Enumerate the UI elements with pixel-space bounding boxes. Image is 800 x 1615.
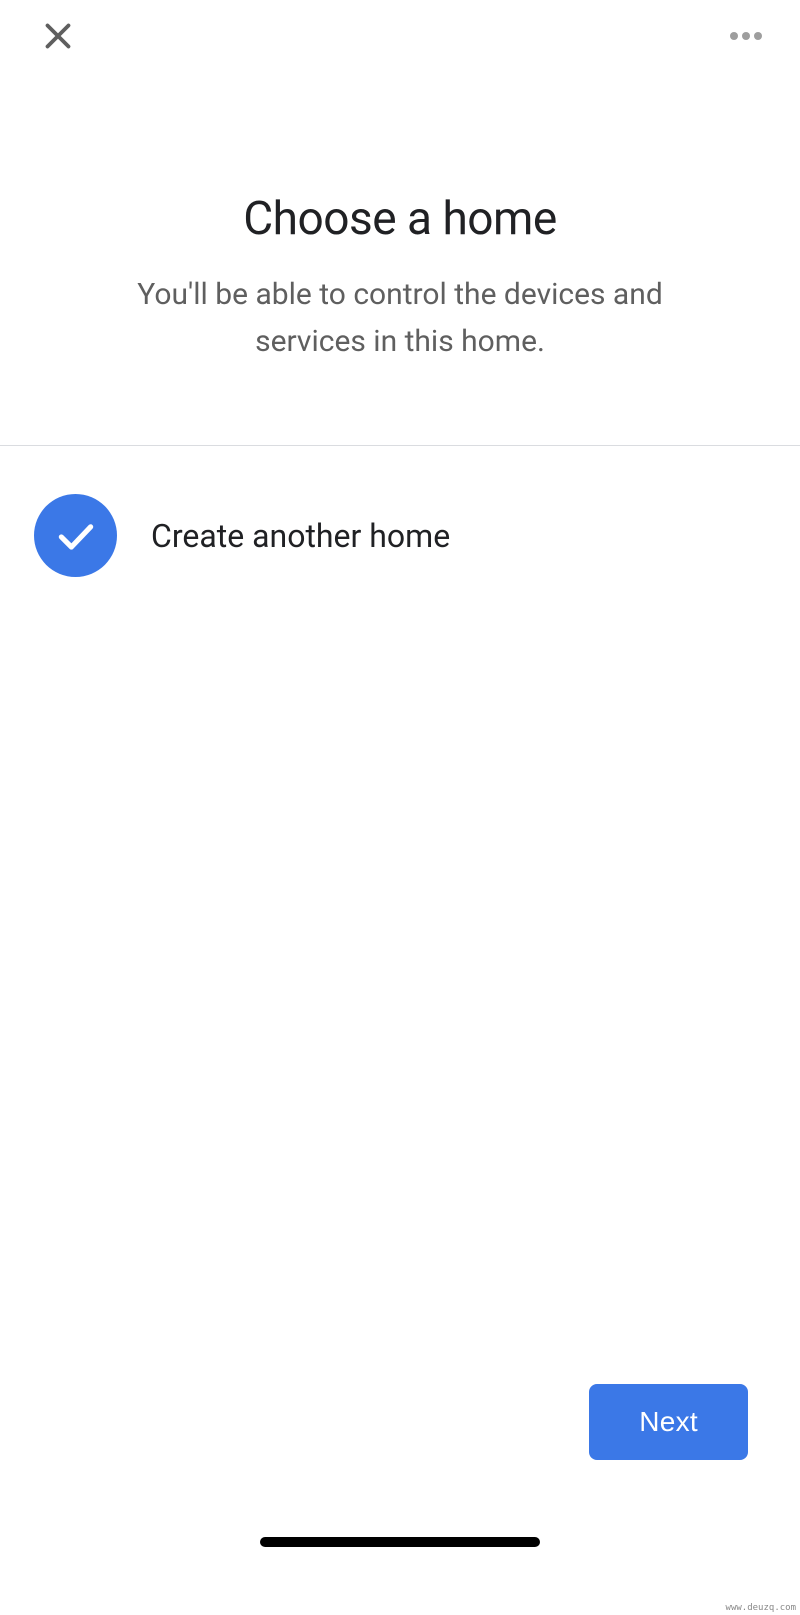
home-indicator[interactable]	[260, 1537, 540, 1547]
selected-indicator	[34, 494, 117, 577]
top-bar	[0, 0, 800, 72]
watermark: www.deuzq.com	[726, 1603, 796, 1613]
option-label: Create another home	[151, 517, 450, 555]
close-icon	[40, 18, 76, 54]
option-create-home[interactable]: Create another home	[34, 494, 766, 577]
page-title: Choose a home	[40, 192, 760, 246]
options-list: Create another home	[0, 446, 800, 625]
more-options-button[interactable]	[722, 24, 770, 48]
header-section: Choose a home You'll be able to control …	[0, 72, 800, 446]
more-icon	[730, 32, 738, 40]
more-icon	[742, 32, 750, 40]
next-button[interactable]: Next	[589, 1384, 748, 1460]
page-subtitle: You'll be able to control the devices an…	[80, 272, 720, 365]
close-button[interactable]	[38, 16, 78, 56]
more-icon	[754, 32, 762, 40]
checkmark-icon	[54, 514, 98, 558]
